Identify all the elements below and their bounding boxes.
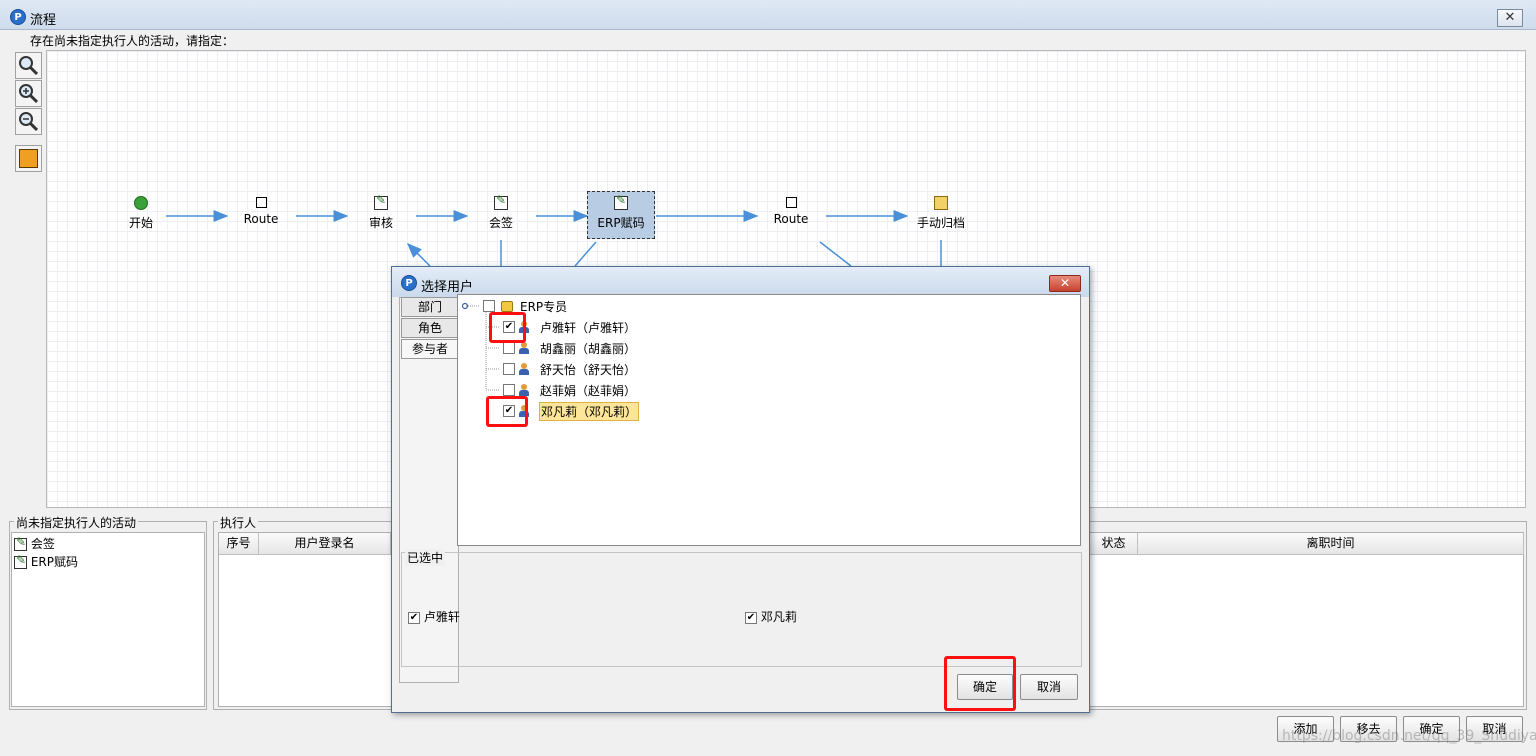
user-checkbox[interactable] xyxy=(503,384,515,396)
highlight-box xyxy=(486,396,528,427)
tree-user-label[interactable]: 胡鑫丽（胡鑫丽） xyxy=(540,340,636,357)
group-icon xyxy=(501,301,513,312)
tree-lines xyxy=(461,302,500,391)
highlight-box xyxy=(489,312,526,343)
user-checkbox[interactable] xyxy=(503,363,515,375)
tree-user-label[interactable]: 舒天怡（舒天怡） xyxy=(540,361,636,378)
tree-user-label[interactable]: 卢雅轩（卢雅轩） xyxy=(540,319,636,336)
highlight-box xyxy=(944,656,1016,711)
user-icon xyxy=(519,342,529,354)
user-checkbox[interactable] xyxy=(503,342,515,354)
user-icon xyxy=(519,384,529,396)
root-checkbox[interactable] xyxy=(483,300,495,312)
tree-user-label[interactable]: 赵菲娟（赵菲娟） xyxy=(540,382,636,399)
tree-root-label[interactable]: ERP专员 xyxy=(520,298,567,315)
user-icon xyxy=(519,363,529,375)
tree-user-label-selected[interactable]: 邓凡莉（邓凡莉） xyxy=(539,402,640,421)
